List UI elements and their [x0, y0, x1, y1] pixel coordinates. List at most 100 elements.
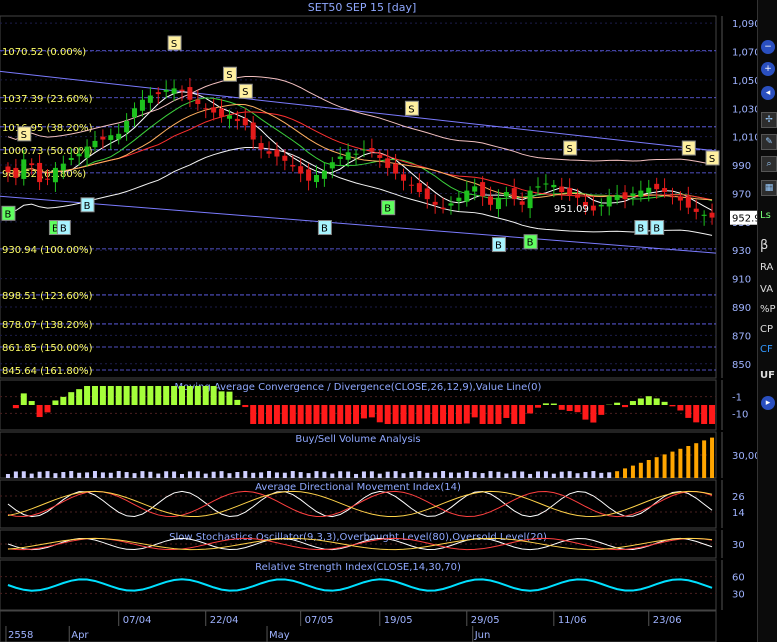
signal-letter: S: [685, 144, 691, 155]
macd-histogram-bar: [68, 392, 75, 405]
candle-body: [693, 208, 699, 212]
y-tick-label: 910: [732, 275, 751, 286]
volume-bar: [164, 471, 169, 478]
candle-body: [187, 87, 193, 100]
volume-bar: [456, 472, 461, 478]
macd-histogram-bar: [115, 386, 122, 405]
signal-letter: B: [495, 241, 502, 252]
volume-bar: [551, 473, 556, 478]
volume-bar: [203, 473, 208, 478]
macd-histogram-bar: [550, 403, 557, 405]
signal-letter: B: [384, 204, 391, 215]
sidebar-item-ls[interactable]: Ls: [760, 210, 777, 221]
macd-histogram-bar: [487, 405, 494, 424]
signal-letter: B: [321, 224, 328, 235]
macd-histogram-bar: [400, 405, 407, 424]
candle-body: [179, 89, 185, 92]
candle-body: [488, 196, 494, 205]
volume-bar: [702, 440, 707, 478]
indicator-panel-title: Relative Strength Index(CLOSE,14,30,70): [255, 562, 461, 573]
scroll-right-icon[interactable]: ▸: [761, 396, 775, 410]
date-label: 19/05: [384, 615, 413, 626]
price-panel: 8508708909109309509709901,0101,0301,0501…: [0, 15, 767, 379]
indicator-panel-title: Slow Stochastics Oscillator(9,3,3),Overb…: [169, 532, 547, 543]
candle-body: [606, 196, 612, 207]
stock-chart[interactable]: 8508708909109309509709901,0101,0301,0501…: [0, 0, 777, 642]
volume-bar: [124, 472, 129, 478]
y-tick-label: 970: [732, 189, 751, 200]
volume-bar: [85, 472, 90, 478]
sidebar-item-cp[interactable]: CP: [760, 324, 777, 335]
volume-bar: [441, 471, 446, 478]
volume-bar: [591, 471, 596, 478]
macd-histogram-bar: [447, 405, 454, 424]
candle-body: [250, 122, 256, 140]
candle-body: [306, 169, 312, 181]
scroll-left-icon[interactable]: ◂: [761, 86, 775, 100]
candle-body: [464, 190, 470, 202]
macd-histogram-bar: [574, 405, 581, 413]
volume-bar: [187, 471, 192, 478]
candle-body: [76, 153, 82, 157]
macd-histogram-bar: [226, 391, 233, 405]
macd-histogram-bar: [44, 405, 51, 413]
volume-bar: [599, 472, 604, 478]
macd-histogram-bar: [701, 405, 708, 424]
candle-body: [519, 201, 525, 205]
chart-title: SET50 SEP 15 [day]: [308, 1, 417, 14]
candle-body: [337, 156, 343, 160]
sidebar-item-uf[interactable]: UF: [760, 370, 777, 381]
volume-bar: [132, 473, 137, 478]
sidebar-item-ra[interactable]: RA: [760, 262, 777, 273]
volume-bar: [536, 471, 540, 478]
macd-histogram-bar: [28, 401, 35, 405]
y-tick-label: -10: [732, 409, 748, 420]
macd-histogram-bar: [171, 386, 178, 405]
volume-bar: [512, 471, 517, 478]
date-label: 22/04: [210, 615, 239, 626]
y-tick-label: 850: [732, 360, 751, 371]
sidebar-item-cf[interactable]: CF: [760, 344, 777, 355]
macd-histogram-bar: [432, 405, 439, 424]
volume-bar: [567, 471, 572, 478]
chart-icon[interactable]: ▦: [761, 180, 777, 196]
candle-body: [590, 205, 596, 211]
candle-body: [527, 190, 533, 209]
crosshair-icon[interactable]: ✢: [761, 112, 777, 128]
candle-body: [139, 99, 145, 111]
draw-icon[interactable]: ✎: [761, 134, 777, 150]
y-tick-label: 14: [732, 508, 745, 519]
candle-body: [45, 178, 51, 180]
candle-body: [274, 149, 280, 157]
sidebar-item-beta[interactable]: β: [760, 238, 777, 253]
candle-body: [298, 166, 304, 174]
candle-body: [266, 151, 272, 154]
candle-body: [242, 118, 248, 126]
sidebar-item-va[interactable]: VA: [760, 284, 777, 295]
volume-bar: [148, 471, 153, 478]
volume-bar: [377, 473, 382, 478]
volume-bar: [369, 471, 374, 478]
month-label: Jun: [474, 630, 491, 641]
macd-histogram-bar: [384, 405, 391, 424]
candle-body: [401, 174, 407, 181]
volume-bar: [29, 473, 34, 478]
candle-body: [353, 153, 359, 155]
candle-body: [116, 133, 122, 140]
indicator-panel-title: Moving Average Convergence / Divergence(…: [175, 382, 542, 393]
volume-bar: [251, 472, 256, 478]
candle-body: [68, 157, 74, 160]
volume-bar: [140, 471, 145, 478]
candle-body: [662, 188, 668, 193]
volume-bar: [100, 472, 105, 478]
sidebar-item-pct-p[interactable]: %P: [760, 304, 777, 315]
candle-body: [377, 155, 383, 158]
magnifier-icon[interactable]: ⌕: [761, 156, 777, 172]
volume-bar: [417, 471, 422, 478]
zoom-in-icon[interactable]: +: [761, 62, 775, 76]
signal-letter: B: [637, 224, 644, 235]
zoom-out-icon[interactable]: −: [761, 40, 775, 54]
volume-bar: [448, 472, 453, 478]
date-label: 23/06: [653, 615, 682, 626]
candle-body: [559, 186, 565, 193]
